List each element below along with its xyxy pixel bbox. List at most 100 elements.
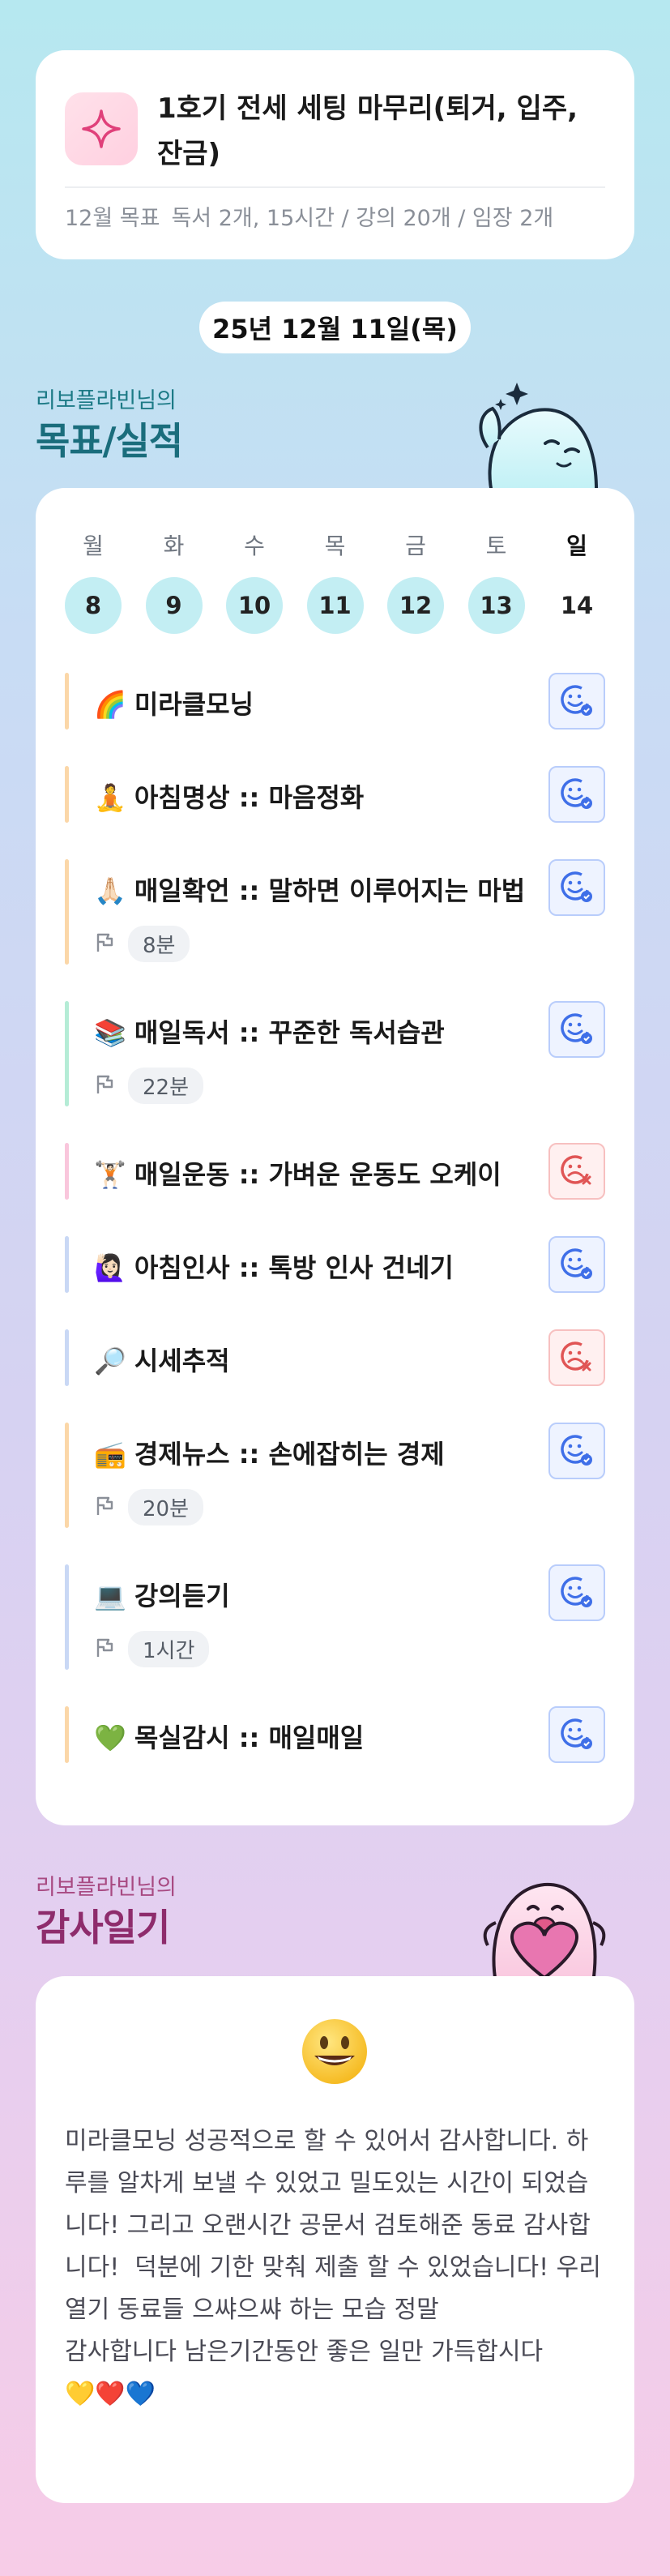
task-title: 매일독서 :: 꾸준한 독서습관 (134, 1017, 445, 1048)
weekday-label-sunday: 일 (566, 533, 587, 559)
flag-icon (94, 1637, 117, 1662)
task-title: 매일운동 :: 가벼운 운동도 오케이 (134, 1159, 501, 1190)
date-circle[interactable]: 10 (226, 577, 283, 634)
mascot-pink-icon (472, 1864, 609, 1984)
task-label: 💻 강의듣기 (94, 1576, 230, 1613)
status-done-icon[interactable] (548, 859, 605, 916)
goal-period: 12월 목표 (65, 206, 160, 231)
week-dates: 8 9 10 11 12 13 14 (65, 577, 605, 634)
task-label: 🙋🏻‍♀️ 아침인사 :: 톡방 인사 건네기 (94, 1247, 454, 1285)
task-title: 강의듣기 (134, 1581, 230, 1611)
task-color-bar (65, 1423, 69, 1528)
checklist-section-subtitle: 리보플라빈님의 (36, 388, 177, 413)
task-label: 🔎 시세추적 (94, 1341, 230, 1378)
task-title: 아침명상 :: 마음정화 (134, 782, 365, 813)
task-label: 💚 목실감시 :: 매일매일 (94, 1718, 364, 1755)
task-row[interactable]: 🔎 시세추적 (65, 1329, 605, 1386)
task-title: 시세추적 (134, 1346, 230, 1376)
diary-section-title: 감사일기 (36, 1906, 170, 1949)
task-label: 🏋🏻 매일운동 :: 가벼운 운동도 오케이 (94, 1154, 501, 1192)
status-done-icon[interactable] (548, 1564, 605, 1621)
status-fail-icon[interactable] (548, 1143, 605, 1200)
task-label: 🙏🏻 매일확언 :: 말하면 이루어지는 마법 (94, 871, 525, 908)
weekday-label: 월 (83, 533, 104, 559)
task-color-bar (65, 1706, 69, 1763)
goal-card[interactable]: 1호기 전세 세팅 마무리(퇴거, 입주, 잔금) 12월 목표 독서 2개, 1… (36, 50, 634, 259)
task-color-bar (65, 673, 69, 730)
task-label: 📻 경제뉴스 :: 손에잡히는 경제 (94, 1434, 445, 1471)
status-done-icon[interactable] (548, 766, 605, 823)
task-duration: 22분 (94, 1068, 204, 1104)
task-emoji: 🌈 (94, 689, 126, 720)
status-done-icon[interactable] (548, 1706, 605, 1763)
weekday-label: 목 (324, 533, 346, 559)
task-color-bar (65, 1236, 69, 1293)
task-emoji: 💻 (94, 1581, 126, 1611)
date-circle[interactable]: 8 (65, 577, 122, 634)
date-circle[interactable]: 11 (306, 577, 364, 634)
date-circle[interactable]: 13 (467, 577, 525, 634)
task-row[interactable]: 🏋🏻 매일운동 :: 가벼운 운동도 오케이 (65, 1143, 605, 1200)
status-done-icon[interactable] (548, 673, 605, 730)
task-emoji: 🙋🏻‍♀️ (94, 1252, 126, 1283)
task-color-bar (65, 766, 69, 823)
task-row[interactable]: 🌈 미라클모닝 (65, 673, 605, 730)
date-circle[interactable]: 9 (145, 577, 203, 634)
status-fail-icon[interactable] (548, 1329, 605, 1386)
diary-section-subtitle: 리보플라빈님의 (36, 1875, 177, 1900)
task-emoji: 🧘 (94, 782, 126, 813)
duration-pill: 20분 (128, 1489, 204, 1525)
weekday-label: 화 (163, 533, 185, 559)
task-duration: 1시간 (94, 1631, 210, 1667)
task-duration: 20분 (94, 1489, 204, 1525)
task-duration: 8분 (94, 926, 190, 962)
task-label: 📚 매일독서 :: 꾸준한 독서습관 (94, 1012, 445, 1050)
task-row[interactable]: 💚 목실감시 :: 매일매일 (65, 1706, 605, 1763)
weekday-label: 토 (485, 533, 507, 559)
task-title: 매일확언 :: 말하면 이루어지는 마법 (134, 875, 526, 906)
task-emoji: 📚 (94, 1017, 126, 1048)
task-title: 아침인사 :: 톡방 인사 건네기 (134, 1252, 454, 1283)
task-emoji: 🙏🏻 (94, 875, 126, 906)
flag-icon (94, 1073, 117, 1099)
date-circle-today[interactable]: 14 (548, 577, 605, 634)
task-color-bar (65, 1564, 69, 1670)
status-done-icon[interactable] (548, 1001, 605, 1058)
task-label: 🧘 아침명상 :: 마음정화 (94, 777, 364, 815)
task-title: 경제뉴스 :: 손에잡히는 경제 (134, 1439, 445, 1470)
weekday-header: 월 화 수 목 금 토 일 (65, 528, 605, 561)
date-circle[interactable]: 12 (387, 577, 444, 634)
task-color-bar (65, 1143, 69, 1200)
task-row[interactable]: 📚 매일독서 :: 꾸준한 독서습관22분 (65, 1001, 605, 1106)
checklist-section-title: 목표/실적 (36, 419, 183, 463)
task-row[interactable]: 🙋🏻‍♀️ 아침인사 :: 톡방 인사 건네기 (65, 1236, 605, 1293)
task-color-bar (65, 1329, 69, 1386)
task-title: 목실감시 :: 매일매일 (134, 1722, 365, 1753)
task-color-bar (65, 859, 69, 965)
gratitude-diary-card[interactable]: 미라클모닝 성공적으로 할 수 있어서 감사합니다. 하루를 알차게 보낼 수 … (36, 1976, 634, 2503)
goal-meta: 12월 목표 독서 2개, 15시간 / 강의 20개 / 임장 2개 (65, 201, 565, 237)
status-done-icon[interactable] (548, 1423, 605, 1479)
grinning-face-icon (300, 2017, 369, 2090)
task-emoji: 🔎 (94, 1346, 126, 1376)
task-color-bar (65, 1001, 69, 1106)
goal-title: 1호기 전세 세팅 마무리(퇴거, 입주, 잔금) (157, 92, 578, 170)
weekday-label: 금 (405, 533, 426, 559)
checklist-card: 월 화 수 목 금 토 일 8 9 10 11 12 13 14 🌈 미라클모닝 🧘… (36, 488, 634, 1825)
weekday-label: 수 (244, 533, 265, 559)
diary-text: 미라클모닝 성공적으로 할 수 있어서 감사합니다. 하루를 알차게 보낼 수 … (65, 2127, 601, 2408)
task-label: 🌈 미라클모닝 (94, 684, 254, 721)
task-row[interactable]: 🙏🏻 매일확언 :: 말하면 이루어지는 마법8분 (65, 859, 605, 965)
date-selector[interactable]: 25년 12월 11일(목) (199, 302, 471, 353)
status-done-icon[interactable] (548, 1236, 605, 1293)
task-emoji: 💚 (94, 1722, 126, 1753)
task-row[interactable]: 🧘 아침명상 :: 마음정화 (65, 766, 605, 823)
goal-divider (65, 186, 605, 188)
task-row[interactable]: 📻 경제뉴스 :: 손에잡히는 경제20분 (65, 1423, 605, 1528)
flag-icon (94, 931, 117, 957)
mascot-teal-icon (468, 374, 606, 498)
task-row[interactable]: 💻 강의듣기 1시간 (65, 1564, 605, 1670)
goal-detail: 독서 2개, 15시간 / 강의 20개 / 임장 2개 (171, 206, 554, 231)
sparkle-icon (65, 92, 138, 165)
task-emoji: 🏋🏻 (94, 1159, 126, 1190)
